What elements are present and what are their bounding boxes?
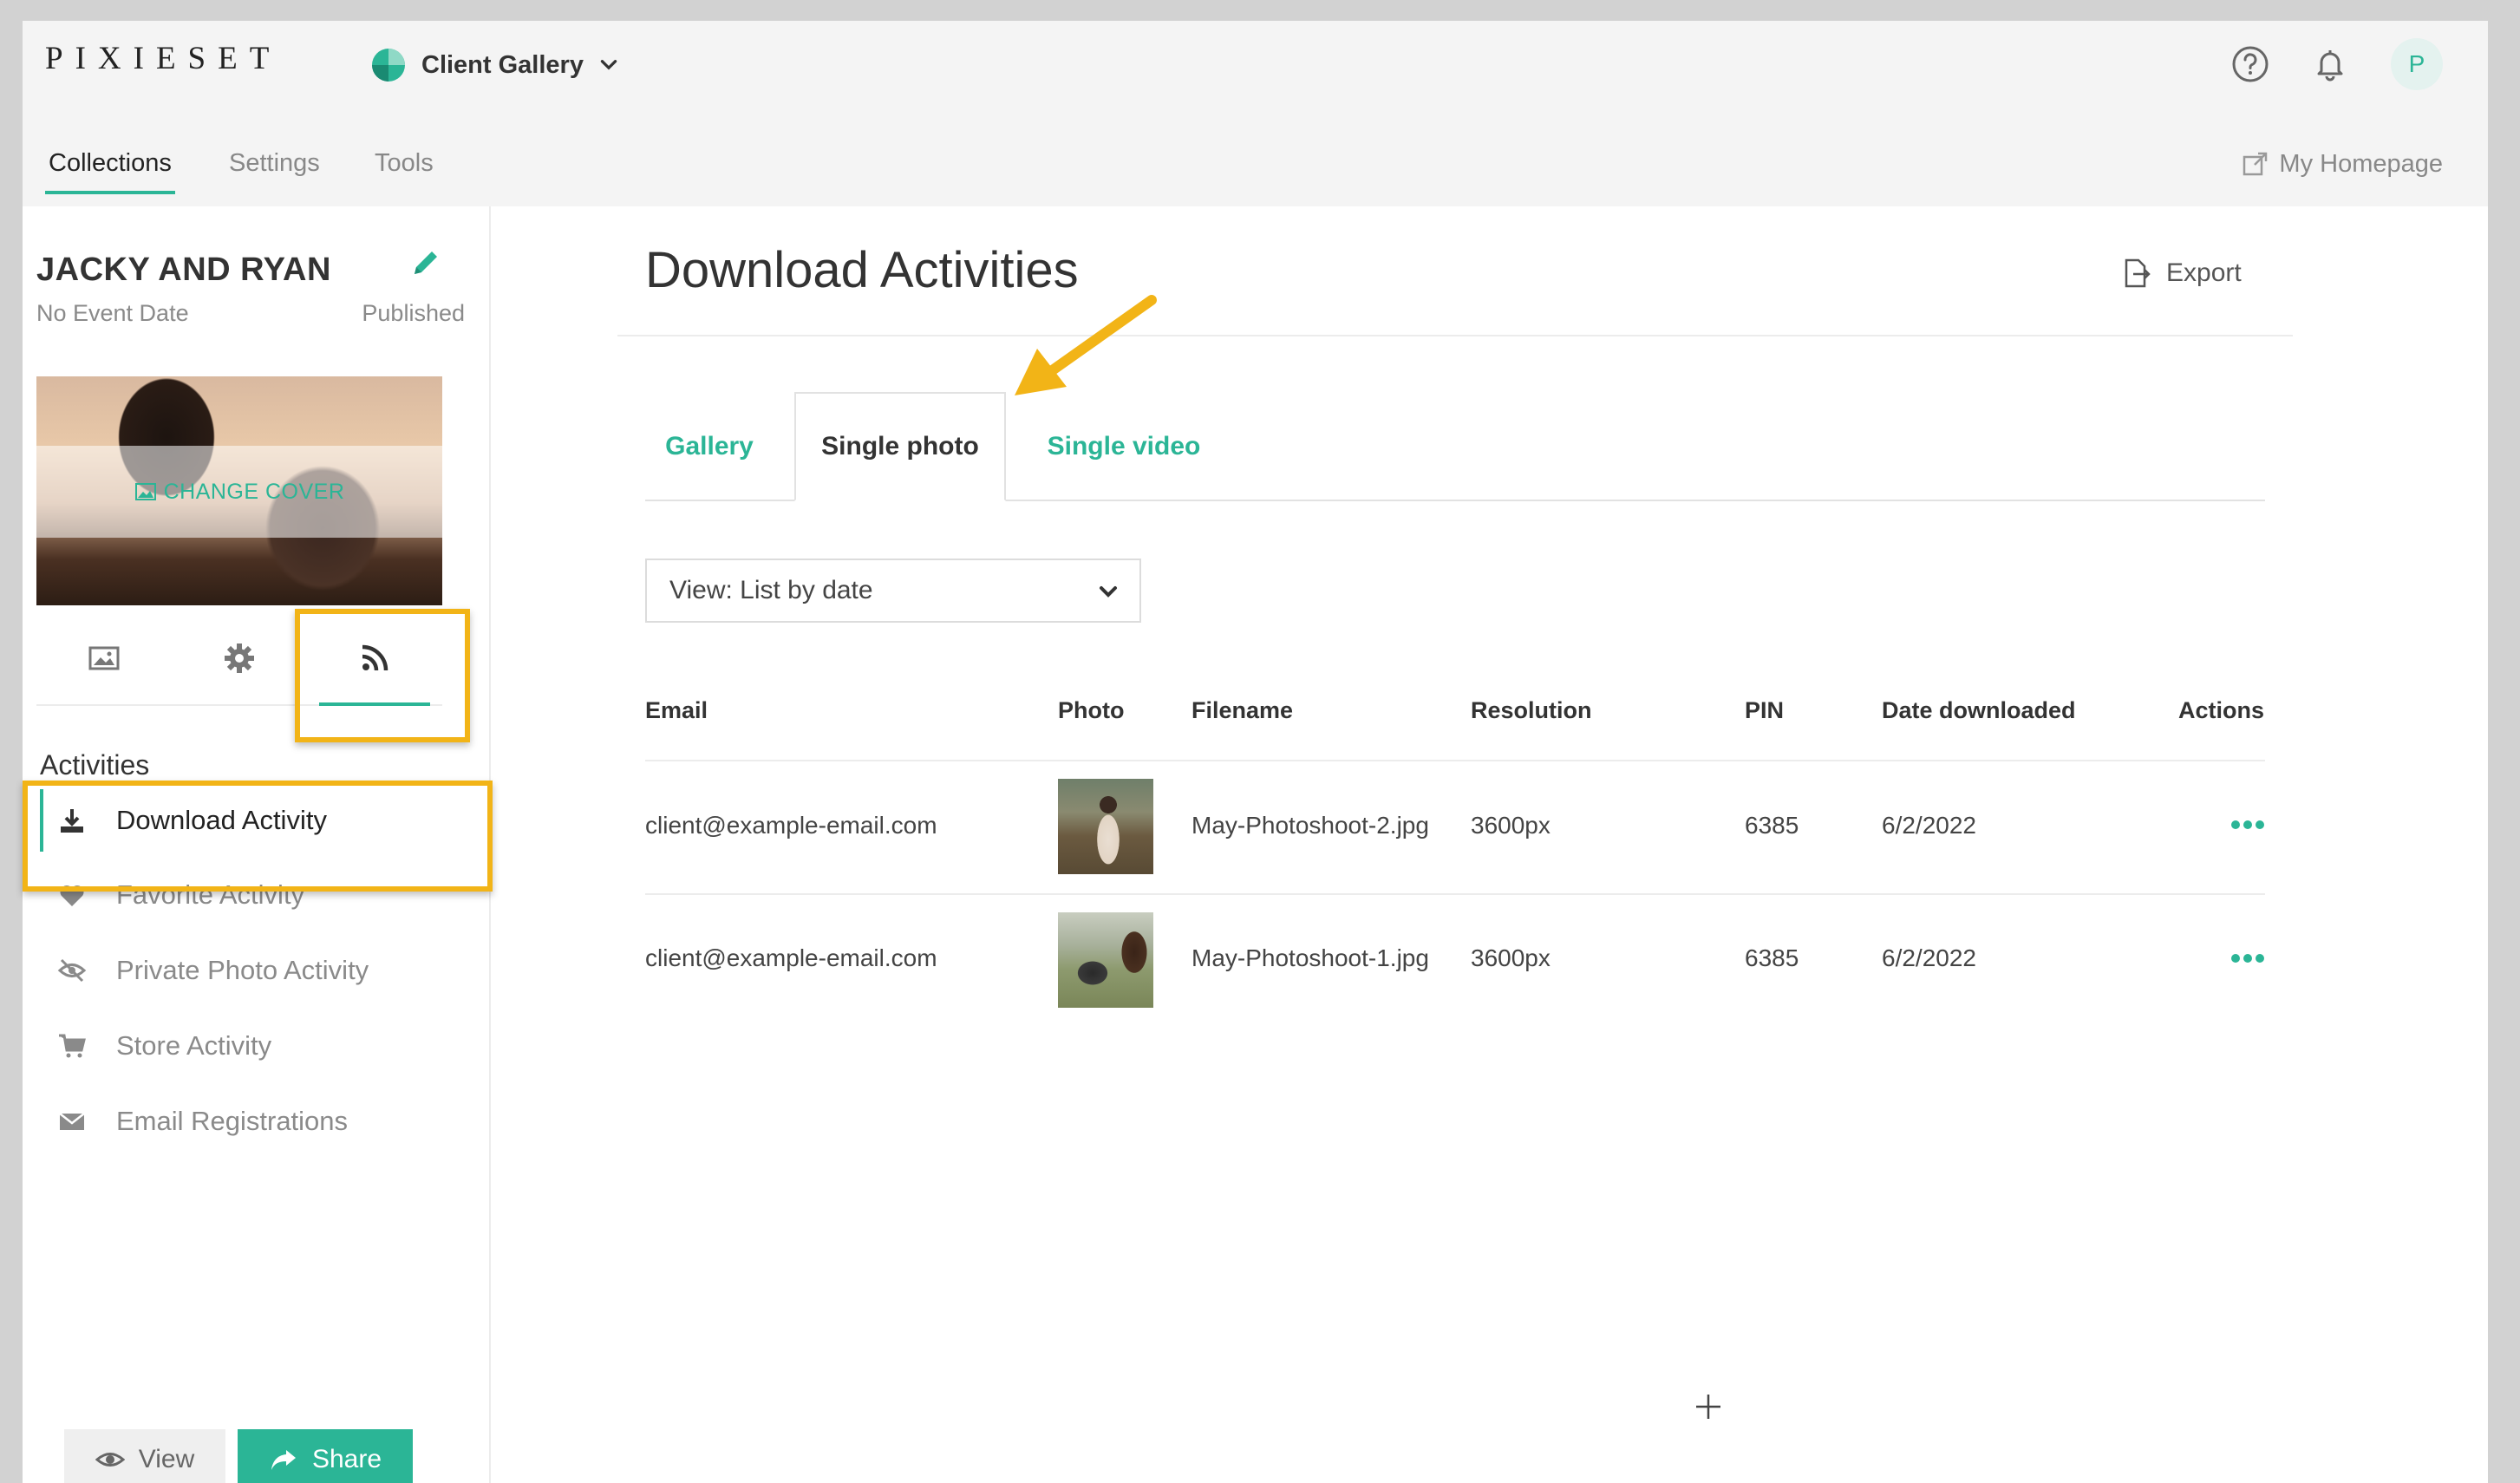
envelope-icon — [59, 1113, 85, 1130]
page-title: Download Activities — [645, 242, 1079, 298]
tab-photos[interactable] — [36, 612, 172, 704]
sidebar-item-private-photo-activity[interactable]: Private Photo Activity — [40, 936, 473, 1005]
column-header-photo: Photo — [1058, 697, 1125, 723]
sidebar-section-tabs — [36, 612, 442, 706]
tab-collections[interactable]: Collections — [45, 149, 175, 194]
tab-settings[interactable]: Settings — [229, 149, 320, 178]
nav-bar: Collections Settings Tools My Homepage — [23, 111, 2488, 206]
image-icon — [134, 483, 156, 500]
gear-icon — [225, 644, 254, 673]
help-icon[interactable] — [2231, 45, 2269, 83]
share-button[interactable]: Share — [238, 1429, 413, 1483]
chevron-down-icon — [600, 60, 617, 70]
row-date: 6/2/2022 — [1882, 812, 1976, 839]
download-icon — [61, 809, 83, 833]
row-pin: 6385 — [1745, 944, 1799, 971]
sidebar-item-label: Email Registrations — [116, 1106, 349, 1136]
column-header-pin: PIN — [1745, 697, 1785, 723]
share-icon — [271, 1450, 296, 1470]
pixieset-logo[interactable]: PIXIESET — [45, 40, 281, 77]
plus-icon — [1696, 1395, 1720, 1419]
tab-activities[interactable] — [307, 612, 442, 706]
more-actions-icon[interactable] — [2230, 819, 2265, 831]
tab-tools[interactable]: Tools — [375, 149, 434, 178]
change-cover-button[interactable]: CHANGE COVER — [36, 446, 442, 538]
view-button[interactable]: View — [64, 1429, 225, 1483]
activities-heading: Activities — [40, 749, 150, 781]
rss-icon — [362, 644, 388, 671]
cart-icon — [59, 1034, 86, 1058]
my-homepage-label: My Homepage — [2279, 149, 2443, 178]
tab-single-video[interactable]: Single video — [1022, 392, 1226, 501]
row-filename: May-Photoshoot-2.jpg — [1191, 812, 1429, 839]
sidebar-item-label: Private Photo Activity — [116, 955, 369, 985]
top-bar: PIXIESET Client Gallery P — [23, 21, 2488, 111]
column-header-resolution: Resolution — [1471, 697, 1592, 723]
view-select[interactable]: View: List by date — [645, 559, 1141, 623]
share-button-label: Share — [311, 1445, 382, 1473]
photo-thumbnail[interactable] — [1058, 912, 1153, 1008]
change-cover-label: CHANGE COVER — [163, 479, 345, 504]
tab-gallery[interactable]: Gallery — [652, 392, 767, 501]
sidebar-item-store-activity[interactable]: Store Activity — [40, 1011, 473, 1081]
column-header-actions: Actions — [2178, 697, 2265, 723]
header-divider — [645, 760, 2265, 761]
export-button[interactable]: Export — [2119, 257, 2242, 290]
row-resolution: 3600px — [1471, 944, 1551, 971]
client-gallery-icon — [372, 49, 405, 82]
view-button-label: View — [138, 1445, 195, 1473]
column-header-date-downloaded: Date downloaded — [1882, 697, 2076, 723]
heart-icon — [60, 885, 84, 906]
row-email: client@example-email.com — [645, 812, 937, 839]
row-resolution: 3600px — [1471, 812, 1551, 839]
export-label: Export — [2166, 258, 2242, 287]
row-pin: 6385 — [1745, 812, 1799, 839]
my-homepage-link[interactable]: My Homepage — [2241, 149, 2443, 179]
app-window: PIXIESET Client Gallery P Collections Se… — [23, 21, 2488, 1483]
photos-icon — [88, 646, 120, 670]
export-icon — [2125, 258, 2151, 288]
collection-status: Published — [362, 300, 465, 326]
avatar[interactable]: P — [2391, 38, 2443, 90]
pencil-icon[interactable] — [408, 245, 444, 281]
title-divider — [617, 335, 2293, 336]
top-right-actions: P — [2190, 38, 2443, 90]
collection-title: JACKY AND RYAN — [36, 252, 331, 288]
tab-gallery-settings[interactable] — [172, 612, 307, 704]
row-email: client@example-email.com — [645, 944, 937, 971]
row-filename: May-Photoshoot-1.jpg — [1191, 944, 1429, 971]
collection-event-date: No Event Date — [36, 300, 189, 326]
eye-slash-icon — [57, 958, 87, 983]
gallery-switcher[interactable]: Client Gallery — [371, 42, 620, 88]
tab-single-photo[interactable]: Single photo — [794, 392, 1006, 501]
gallery-switcher-label: Client Gallery — [421, 50, 584, 79]
sidebar-item-download-activity[interactable]: Download Activity — [40, 786, 473, 855]
bell-icon[interactable] — [2311, 45, 2349, 83]
more-actions-icon[interactable] — [2230, 952, 2265, 964]
sidebar-item-label: Favorite Activity — [116, 879, 305, 910]
photo-thumbnail[interactable] — [1058, 779, 1153, 874]
row-date: 6/2/2022 — [1882, 944, 1976, 971]
sidebar-item-email-registrations[interactable]: Email Registrations — [40, 1087, 473, 1156]
column-header-email: Email — [645, 697, 708, 723]
row-divider — [645, 893, 2265, 895]
sidebar-item-favorite-activity[interactable]: Favorite Activity — [40, 860, 473, 930]
column-header-filename: Filename — [1191, 697, 1294, 723]
eye-icon — [95, 1453, 125, 1467]
collection-sidebar: JACKY AND RYAN No Event Date Published C… — [23, 206, 491, 1483]
sidebar-item-label: Download Activity — [116, 805, 327, 835]
sidebar-item-label: Store Activity — [116, 1030, 272, 1061]
view-select-value: View: List by date — [669, 576, 873, 604]
external-link-icon — [2243, 152, 2268, 176]
chevron-down-icon — [1100, 586, 1117, 598]
cover-image: CHANGE COVER — [36, 376, 442, 605]
